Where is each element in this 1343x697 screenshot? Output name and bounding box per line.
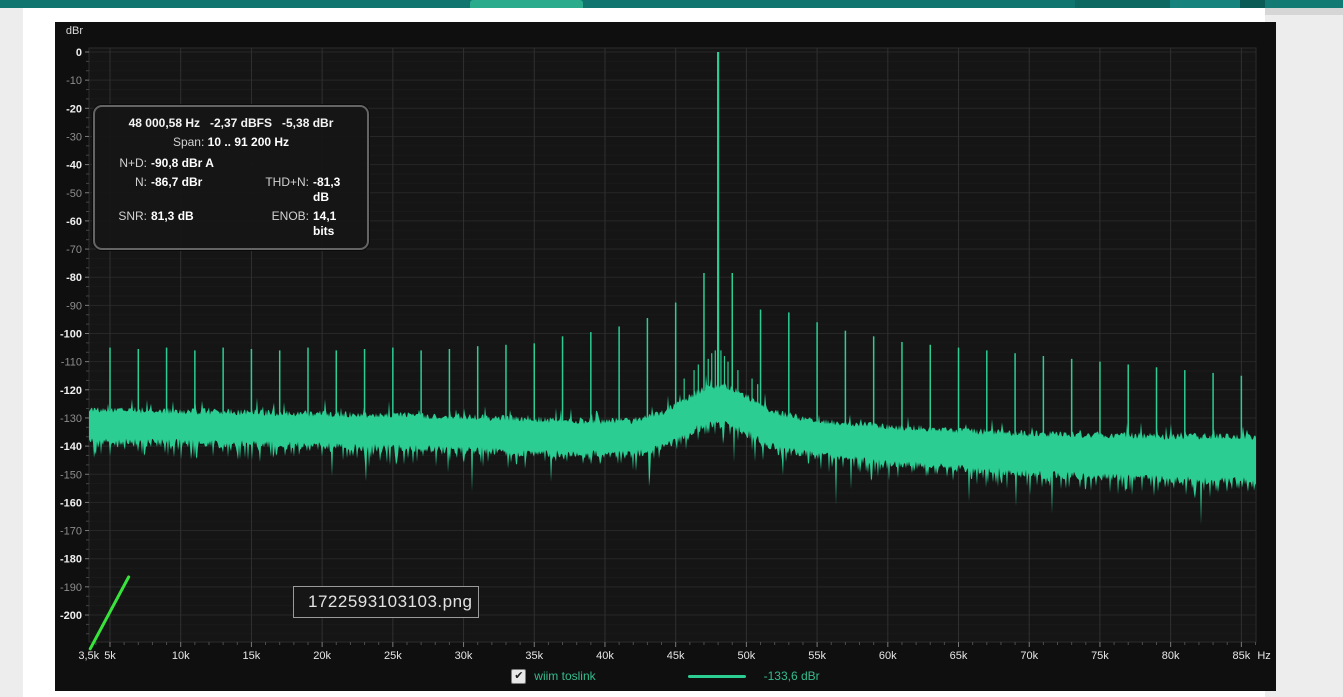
svg-text:-150: -150 (60, 469, 82, 481)
trace-name[interactable]: wiim toslink (534, 669, 595, 683)
svg-text:60k: 60k (879, 650, 897, 662)
y-axis-unit-label: dBr (66, 25, 83, 37)
svg-text:-10: -10 (66, 75, 82, 87)
tab-segment (1075, 0, 1170, 8)
svg-text:-80: -80 (66, 272, 82, 284)
svg-text:-130: -130 (60, 413, 82, 425)
svg-text:10k: 10k (172, 650, 190, 662)
cursor-dbr: -5,38 dBr (282, 116, 333, 130)
svg-text:-170: -170 (60, 526, 82, 538)
svg-text:20k: 20k (313, 650, 331, 662)
tab-segment (1170, 0, 1240, 8)
trace-cursor-value: -133,6 dBr (764, 669, 820, 683)
svg-text:-160: -160 (60, 497, 82, 509)
n-value: -86,7 dBr (151, 175, 251, 205)
svg-text:-100: -100 (60, 329, 82, 341)
cursor-readout: 48 000,58 Hz -2,37 dBFS -5,38 dBr (105, 116, 357, 131)
svg-text:25k: 25k (384, 650, 402, 662)
tab-segment (1240, 0, 1265, 8)
spectrum-analyzer-panel: dBr 0 -10 -20 -30 -40 -50 -60 -70 -80 -90 -100 -110 -… (55, 22, 1276, 691)
svg-text:-190: -190 (60, 582, 82, 594)
svg-text:-50: -50 (66, 188, 82, 200)
svg-text:-30: -30 (66, 131, 82, 143)
svg-text:15k: 15k (243, 650, 261, 662)
span-label: Span: (173, 135, 204, 149)
svg-text:65k: 65k (950, 650, 968, 662)
svg-text:5k: 5k (104, 650, 116, 662)
span-readout: Span: 10 .. 91 200 Hz (105, 135, 357, 150)
thdn-label: THD+N: (251, 175, 313, 205)
svg-text:-40: -40 (66, 160, 82, 172)
enob-label: ENOB: (251, 209, 313, 239)
svg-text:75k: 75k (1091, 650, 1109, 662)
svg-text:50k: 50k (738, 650, 756, 662)
svg-text:35k: 35k (525, 650, 543, 662)
enob-value: 14,1 bits (313, 209, 357, 239)
filename-label: 1722593103103.png (293, 586, 479, 618)
trace-legend: ✔ wiim toslink -133,6 dBr (55, 666, 1276, 686)
nd-value: -90,8 dBr A (151, 156, 357, 171)
svg-text:80k: 80k (1162, 650, 1180, 662)
active-tab-indicator[interactable] (470, 0, 583, 8)
chrome-corner (1265, 8, 1343, 15)
svg-text:45k: 45k (667, 650, 685, 662)
cursor-frequency: 48 000,58 Hz (129, 116, 200, 130)
content-card: dBr 0 -10 -20 -30 -40 -50 -60 -70 -80 -90 -100 -110 -… (23, 8, 1265, 697)
cursor-dbfs: -2,37 dBFS (210, 116, 272, 130)
svg-text:55k: 55k (808, 650, 826, 662)
span-value: 10 .. 91 200 Hz (208, 135, 289, 149)
svg-text:3,5k: 3,5k (78, 650, 99, 662)
svg-text:40k: 40k (596, 650, 614, 662)
n-label: N: (105, 175, 151, 205)
snr-value: 81,3 dB (151, 209, 251, 239)
svg-text:-200: -200 (60, 610, 82, 622)
svg-text:-20: -20 (66, 103, 82, 115)
svg-text:-140: -140 (60, 441, 82, 453)
trace-color-swatch (688, 675, 746, 678)
thdn-value: -81,3 dB (313, 175, 357, 205)
browser-tab-strip (0, 0, 1343, 8)
tab-segment (1265, 0, 1343, 8)
measurement-info-box: 48 000,58 Hz -2,37 dBFS -5,38 dBr Span: 10… (93, 105, 369, 250)
metrics-grid: N+D: -90,8 dBr A N: -86,7 dBr THD+N: -81… (105, 156, 357, 239)
svg-text:85k: 85k (1232, 650, 1250, 662)
svg-text:-180: -180 (60, 554, 82, 566)
svg-text:-90: -90 (66, 300, 82, 312)
snr-label: SNR: (105, 209, 151, 239)
svg-text:-120: -120 (60, 385, 82, 397)
nd-label: N+D: (105, 156, 151, 171)
svg-text:-70: -70 (66, 244, 82, 256)
trace-checkbox[interactable]: ✔ (511, 669, 526, 684)
svg-text:70k: 70k (1020, 650, 1038, 662)
svg-text:-60: -60 (66, 216, 82, 228)
svg-text:0: 0 (76, 47, 82, 59)
x-axis-unit-label: Hz (1257, 650, 1270, 662)
svg-text:30k: 30k (455, 650, 473, 662)
svg-text:-110: -110 (61, 357, 82, 369)
